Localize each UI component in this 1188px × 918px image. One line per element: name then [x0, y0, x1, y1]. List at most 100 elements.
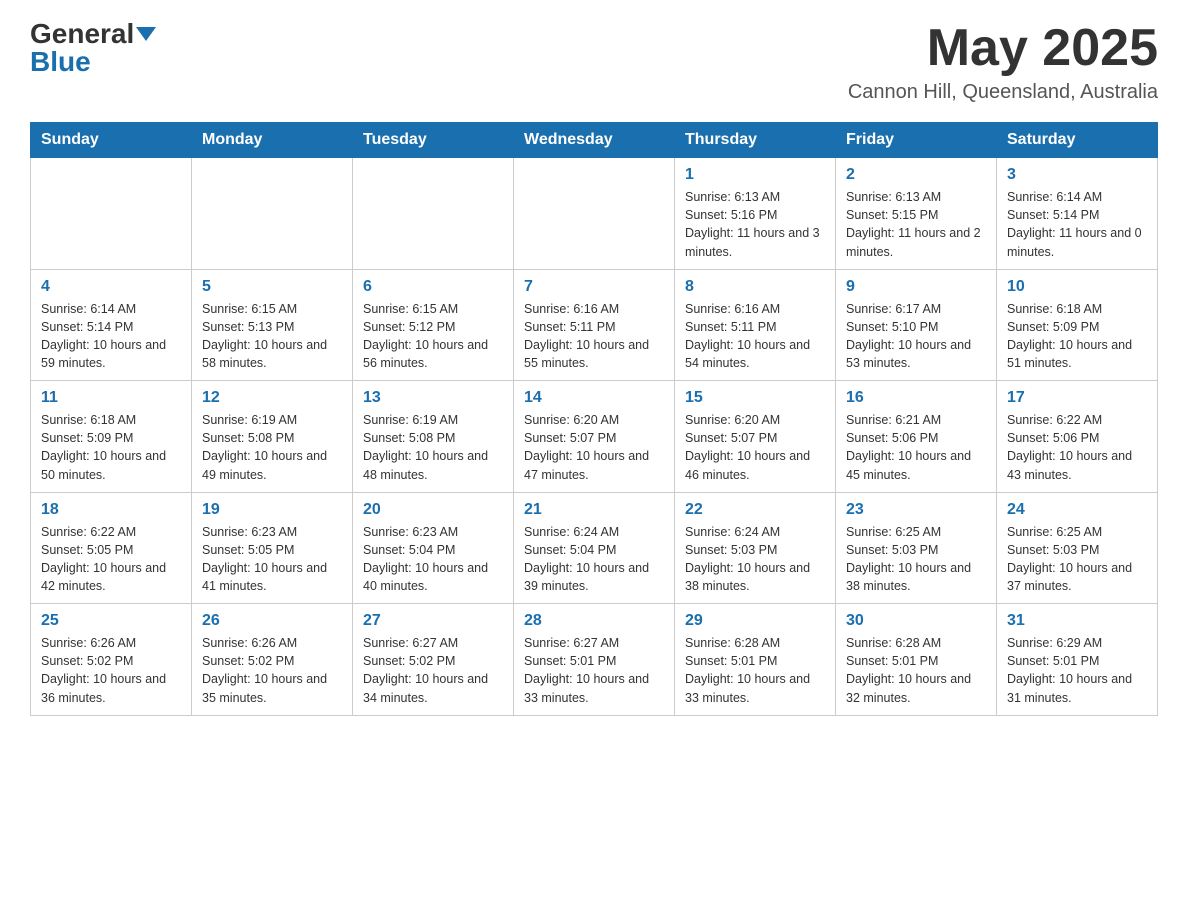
day-number: 18	[41, 501, 181, 519]
calendar-cell: 5 Sunrise: 6:15 AMSunset: 5:13 PMDaylight…	[192, 269, 353, 381]
day-info: Sunrise: 6:23 AMSunset: 5:04 PMDaylight:…	[363, 523, 503, 596]
day-number: 28	[524, 612, 664, 630]
calendar-cell: 17 Sunrise: 6:22 AMSunset: 5:06 PMDayligh…	[997, 381, 1158, 493]
calendar-cell	[31, 158, 192, 270]
calendar-week-row: 18 Sunrise: 6:22 AMSunset: 5:05 PMDayligh…	[31, 492, 1158, 604]
calendar-cell: 10Sunrise: 6:18 AMSunset: 5:09 PMDayligh…	[997, 269, 1158, 381]
day-info: Sunrise: 6:20 AMSunset: 5:07 PMDaylight:…	[524, 411, 664, 484]
location-text: Cannon Hill, Queensland, Australia	[848, 81, 1158, 104]
day-info: Sunrise: 6:27 AMSunset: 5:01 PMDaylight:…	[524, 634, 664, 707]
calendar-cell: 28 Sunrise: 6:27 AMSunset: 5:01 PMDayligh…	[514, 604, 675, 716]
day-number: 1	[685, 166, 825, 184]
calendar-table: SundayMondayTuesdayWednesdayThursdayFrid…	[30, 122, 1158, 716]
calendar-cell: 15 Sunrise: 6:20 AMSunset: 5:07 PMDayligh…	[675, 381, 836, 493]
calendar-cell: 8Sunrise: 6:16 AMSunset: 5:11 PMDaylight…	[675, 269, 836, 381]
weekday-header-friday: Friday	[836, 123, 997, 158]
day-number: 6	[363, 278, 503, 296]
calendar-week-row: 1 Sunrise: 6:13 AMSunset: 5:16 PMDaylight…	[31, 158, 1158, 270]
day-number: 19	[202, 501, 342, 519]
calendar-week-row: 25Sunrise: 6:26 AMSunset: 5:02 PMDayligh…	[31, 604, 1158, 716]
day-number: 10	[1007, 278, 1147, 296]
calendar-cell: 13 Sunrise: 6:19 AMSunset: 5:08 PMDayligh…	[353, 381, 514, 493]
day-info: Sunrise: 6:13 AMSunset: 5:16 PMDaylight:…	[685, 188, 825, 261]
calendar-cell: 30Sunrise: 6:28 AMSunset: 5:01 PMDayligh…	[836, 604, 997, 716]
day-number: 23	[846, 501, 986, 519]
day-info: Sunrise: 6:15 AMSunset: 5:12 PMDaylight:…	[363, 300, 503, 373]
day-number: 4	[41, 278, 181, 296]
day-number: 26	[202, 612, 342, 630]
day-info: Sunrise: 6:24 AMSunset: 5:04 PMDaylight:…	[524, 523, 664, 596]
calendar-cell: 26 Sunrise: 6:26 AMSunset: 5:02 PMDayligh…	[192, 604, 353, 716]
day-number: 11	[41, 389, 181, 407]
day-number: 22	[685, 501, 825, 519]
calendar-cell	[514, 158, 675, 270]
day-info: Sunrise: 6:17 AMSunset: 5:10 PMDaylight:…	[846, 300, 986, 373]
day-info: Sunrise: 6:24 AMSunset: 5:03 PMDaylight:…	[685, 523, 825, 596]
day-number: 15	[685, 389, 825, 407]
day-info: Sunrise: 6:13 AMSunset: 5:15 PMDaylight:…	[846, 188, 986, 261]
day-number: 13	[363, 389, 503, 407]
calendar-cell: 3 Sunrise: 6:14 AMSunset: 5:14 PMDaylight…	[997, 158, 1158, 270]
day-number: 31	[1007, 612, 1147, 630]
calendar-cell: 11 Sunrise: 6:18 AMSunset: 5:09 PMDayligh…	[31, 381, 192, 493]
day-info: Sunrise: 6:15 AMSunset: 5:13 PMDaylight:…	[202, 300, 342, 373]
day-info: Sunrise: 6:26 AMSunset: 5:02 PMDaylight:…	[202, 634, 342, 707]
page-header: General Blue May 2025 Cannon Hill, Queen…	[30, 20, 1158, 104]
month-title: May 2025	[848, 20, 1158, 77]
logo-general-text: General	[30, 20, 134, 48]
day-info: Sunrise: 6:20 AMSunset: 5:07 PMDaylight:…	[685, 411, 825, 484]
calendar-cell: 6 Sunrise: 6:15 AMSunset: 5:12 PMDaylight…	[353, 269, 514, 381]
calendar-cell	[192, 158, 353, 270]
calendar-cell: 22 Sunrise: 6:24 AMSunset: 5:03 PMDayligh…	[675, 492, 836, 604]
day-number: 29	[685, 612, 825, 630]
day-number: 27	[363, 612, 503, 630]
calendar-cell: 9 Sunrise: 6:17 AMSunset: 5:10 PMDaylight…	[836, 269, 997, 381]
calendar-cell: 4 Sunrise: 6:14 AMSunset: 5:14 PMDaylight…	[31, 269, 192, 381]
calendar-cell: 20 Sunrise: 6:23 AMSunset: 5:04 PMDayligh…	[353, 492, 514, 604]
calendar-cell: 31Sunrise: 6:29 AMSunset: 5:01 PMDayligh…	[997, 604, 1158, 716]
weekday-header-tuesday: Tuesday	[353, 123, 514, 158]
day-number: 12	[202, 389, 342, 407]
day-number: 17	[1007, 389, 1147, 407]
calendar-cell: 2 Sunrise: 6:13 AMSunset: 5:15 PMDaylight…	[836, 158, 997, 270]
day-number: 16	[846, 389, 986, 407]
weekday-header-monday: Monday	[192, 123, 353, 158]
calendar-header-row: SundayMondayTuesdayWednesdayThursdayFrid…	[31, 123, 1158, 158]
day-info: Sunrise: 6:18 AMSunset: 5:09 PMDaylight:…	[41, 411, 181, 484]
calendar-cell: 12Sunrise: 6:19 AMSunset: 5:08 PMDayligh…	[192, 381, 353, 493]
calendar-cell: 14 Sunrise: 6:20 AMSunset: 5:07 PMDayligh…	[514, 381, 675, 493]
weekday-header-thursday: Thursday	[675, 123, 836, 158]
logo-arrow-icon	[136, 27, 156, 41]
day-number: 21	[524, 501, 664, 519]
day-info: Sunrise: 6:28 AMSunset: 5:01 PMDaylight:…	[685, 634, 825, 707]
logo: General Blue	[30, 20, 156, 76]
day-number: 3	[1007, 166, 1147, 184]
weekday-header-sunday: Sunday	[31, 123, 192, 158]
day-number: 14	[524, 389, 664, 407]
weekday-header-saturday: Saturday	[997, 123, 1158, 158]
calendar-cell: 21 Sunrise: 6:24 AMSunset: 5:04 PMDayligh…	[514, 492, 675, 604]
day-number: 7	[524, 278, 664, 296]
day-info: Sunrise: 6:21 AMSunset: 5:06 PMDaylight:…	[846, 411, 986, 484]
day-info: Sunrise: 6:27 AMSunset: 5:02 PMDaylight:…	[363, 634, 503, 707]
logo-blue-text: Blue	[30, 48, 91, 76]
calendar-cell: 24Sunrise: 6:25 AMSunset: 5:03 PMDayligh…	[997, 492, 1158, 604]
day-info: Sunrise: 6:16 AMSunset: 5:11 PMDaylight:…	[685, 300, 825, 373]
day-number: 2	[846, 166, 986, 184]
day-info: Sunrise: 6:26 AMSunset: 5:02 PMDaylight:…	[41, 634, 181, 707]
calendar-week-row: 11 Sunrise: 6:18 AMSunset: 5:09 PMDayligh…	[31, 381, 1158, 493]
day-info: Sunrise: 6:19 AMSunset: 5:08 PMDaylight:…	[363, 411, 503, 484]
day-info: Sunrise: 6:22 AMSunset: 5:05 PMDaylight:…	[41, 523, 181, 596]
day-number: 9	[846, 278, 986, 296]
day-number: 5	[202, 278, 342, 296]
day-info: Sunrise: 6:14 AMSunset: 5:14 PMDaylight:…	[41, 300, 181, 373]
day-info: Sunrise: 6:14 AMSunset: 5:14 PMDaylight:…	[1007, 188, 1147, 261]
weekday-header-wednesday: Wednesday	[514, 123, 675, 158]
calendar-cell: 29 Sunrise: 6:28 AMSunset: 5:01 PMDayligh…	[675, 604, 836, 716]
day-number: 20	[363, 501, 503, 519]
calendar-cell	[353, 158, 514, 270]
day-info: Sunrise: 6:22 AMSunset: 5:06 PMDaylight:…	[1007, 411, 1147, 484]
calendar-week-row: 4 Sunrise: 6:14 AMSunset: 5:14 PMDaylight…	[31, 269, 1158, 381]
day-info: Sunrise: 6:16 AMSunset: 5:11 PMDaylight:…	[524, 300, 664, 373]
calendar-cell: 25Sunrise: 6:26 AMSunset: 5:02 PMDayligh…	[31, 604, 192, 716]
